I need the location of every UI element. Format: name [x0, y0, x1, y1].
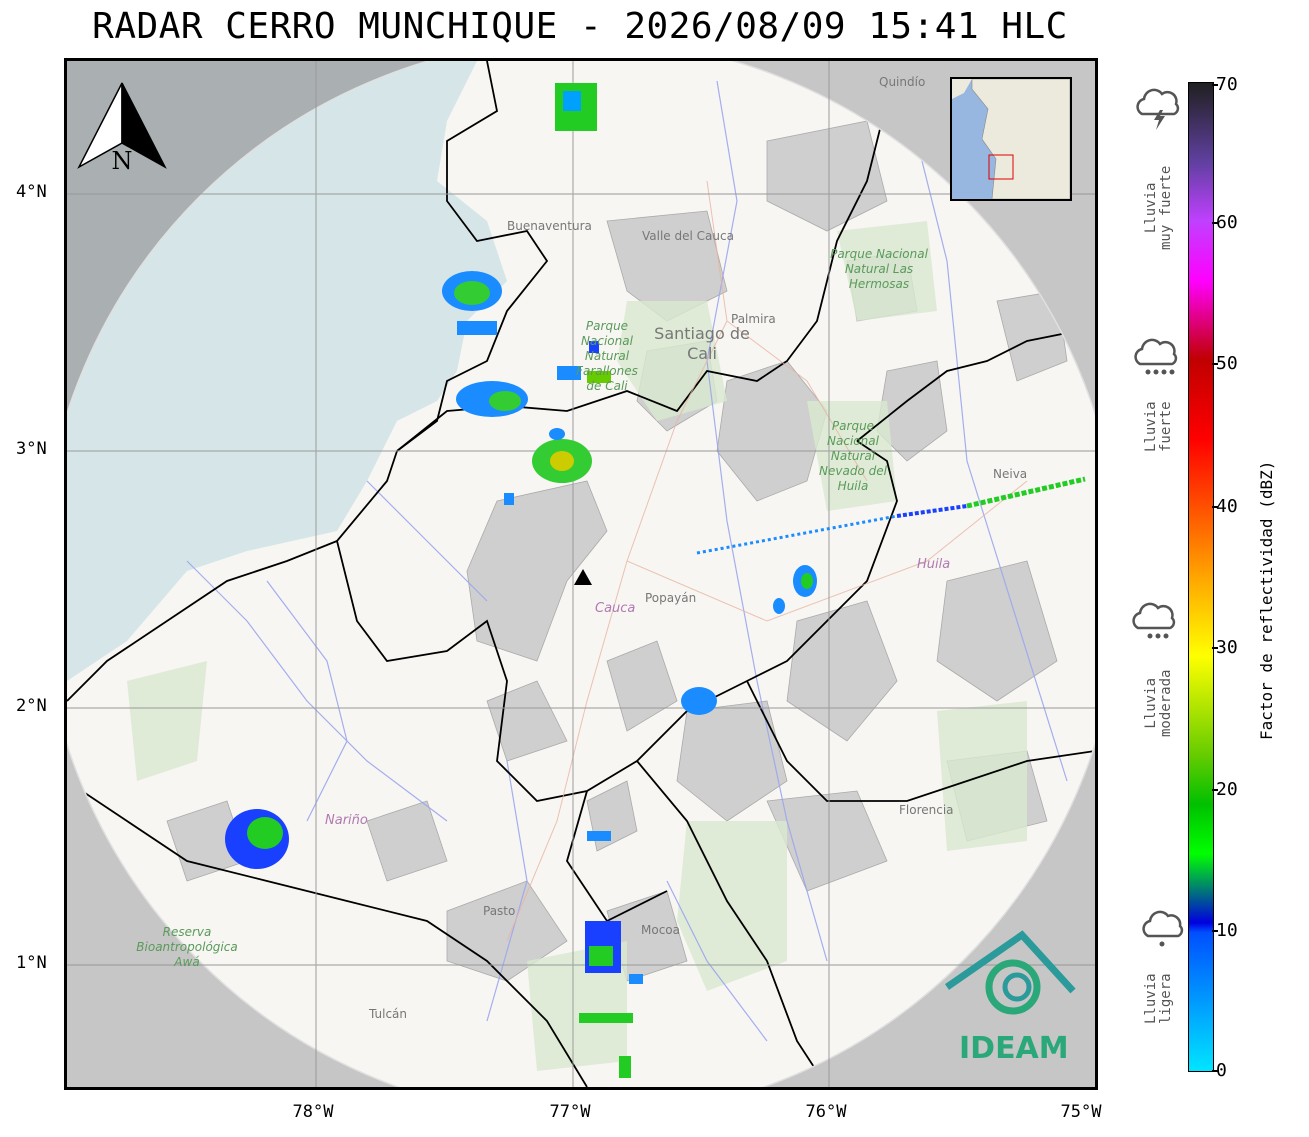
dept-huila: Huila — [917, 557, 951, 572]
dept-cauca: Cauca — [595, 601, 636, 616]
place-neiva: Neiva — [993, 467, 1028, 481]
colorbar-tick: 40 — [1212, 496, 1238, 517]
legend-label-moderada: Lluvia moderada — [1143, 669, 1174, 737]
park-nevado: Parque Nacional Natural Nevado del Huila — [819, 419, 887, 493]
lat-label-3n: 3°N — [16, 439, 47, 459]
lat-label-4n: 4°N — [16, 182, 47, 202]
light-rain-icon — [1142, 910, 1184, 947]
colorbar-label: Factor de reflectividad (dBZ) — [1257, 460, 1276, 740]
ideam-logo-text: IDEAM — [959, 1031, 1069, 1066]
place-mocoa: Mocoa — [641, 923, 680, 937]
place-valle: Valle del Cauca — [642, 229, 734, 243]
heavy-rain-icon — [1134, 338, 1178, 375]
radar-map[interactable]: N Buenaventura Valle del Cauca Palmira S… — [64, 58, 1098, 1090]
locator-inset-map — [950, 77, 1072, 201]
reflectivity-colorbar — [1188, 82, 1214, 1072]
lon-label-75w: 75°W — [1060, 1102, 1102, 1122]
thunderstorm-icon — [1136, 88, 1180, 130]
place-pasto: Pasto — [483, 904, 516, 918]
colorbar-tick: 60 — [1212, 212, 1238, 233]
dept-narino: Nariño — [325, 813, 368, 828]
place-popayan: Popayán — [645, 591, 697, 605]
lat-label-2n: 2°N — [16, 696, 47, 716]
place-florencia: Florencia — [899, 803, 954, 817]
lon-label-76w: 76°W — [805, 1102, 847, 1122]
place-buenaventura: Buenaventura — [507, 219, 592, 233]
map-title: RADAR CERRO MUNCHIQUE - 2026/08/09 15:41… — [92, 6, 1068, 47]
inset-canvas — [952, 79, 1070, 199]
park-hermosas: Parque Nacional Natural Las Hermosas — [830, 247, 928, 291]
place-tulcan: Tulcán — [369, 1007, 408, 1021]
colorbar-tick: 30 — [1212, 637, 1238, 658]
legend-label-fuerte: Lluvia fuerte — [1143, 401, 1174, 452]
colorbar-tick: 70 — [1212, 74, 1238, 95]
lon-label-77w: 77°W — [549, 1102, 591, 1122]
legend-label-ligera: Lluvia ligera — [1143, 973, 1174, 1024]
north-label: N — [112, 147, 133, 175]
place-quindio: Quindío — [879, 75, 926, 89]
park-farallones: Parque Nacional Natural Farallones de Ca… — [576, 319, 638, 393]
legend-label-muy-fuerte: Lluvia muy fuerte — [1143, 165, 1174, 250]
lon-label-78w: 78°W — [292, 1102, 334, 1122]
moderate-rain-icon — [1132, 602, 1176, 639]
colorbar-tick: 50 — [1212, 353, 1238, 374]
colorbar-tick: 20 — [1212, 779, 1238, 800]
lat-label-1n: 1°N — [16, 953, 47, 973]
park-awa: Reserva Bioantropológica Awá — [136, 925, 238, 969]
colorbar-tick: 10 — [1212, 920, 1238, 941]
colorbar-tick: 0 — [1212, 1060, 1227, 1081]
place-cali: Santiago de Cali — [654, 324, 750, 363]
